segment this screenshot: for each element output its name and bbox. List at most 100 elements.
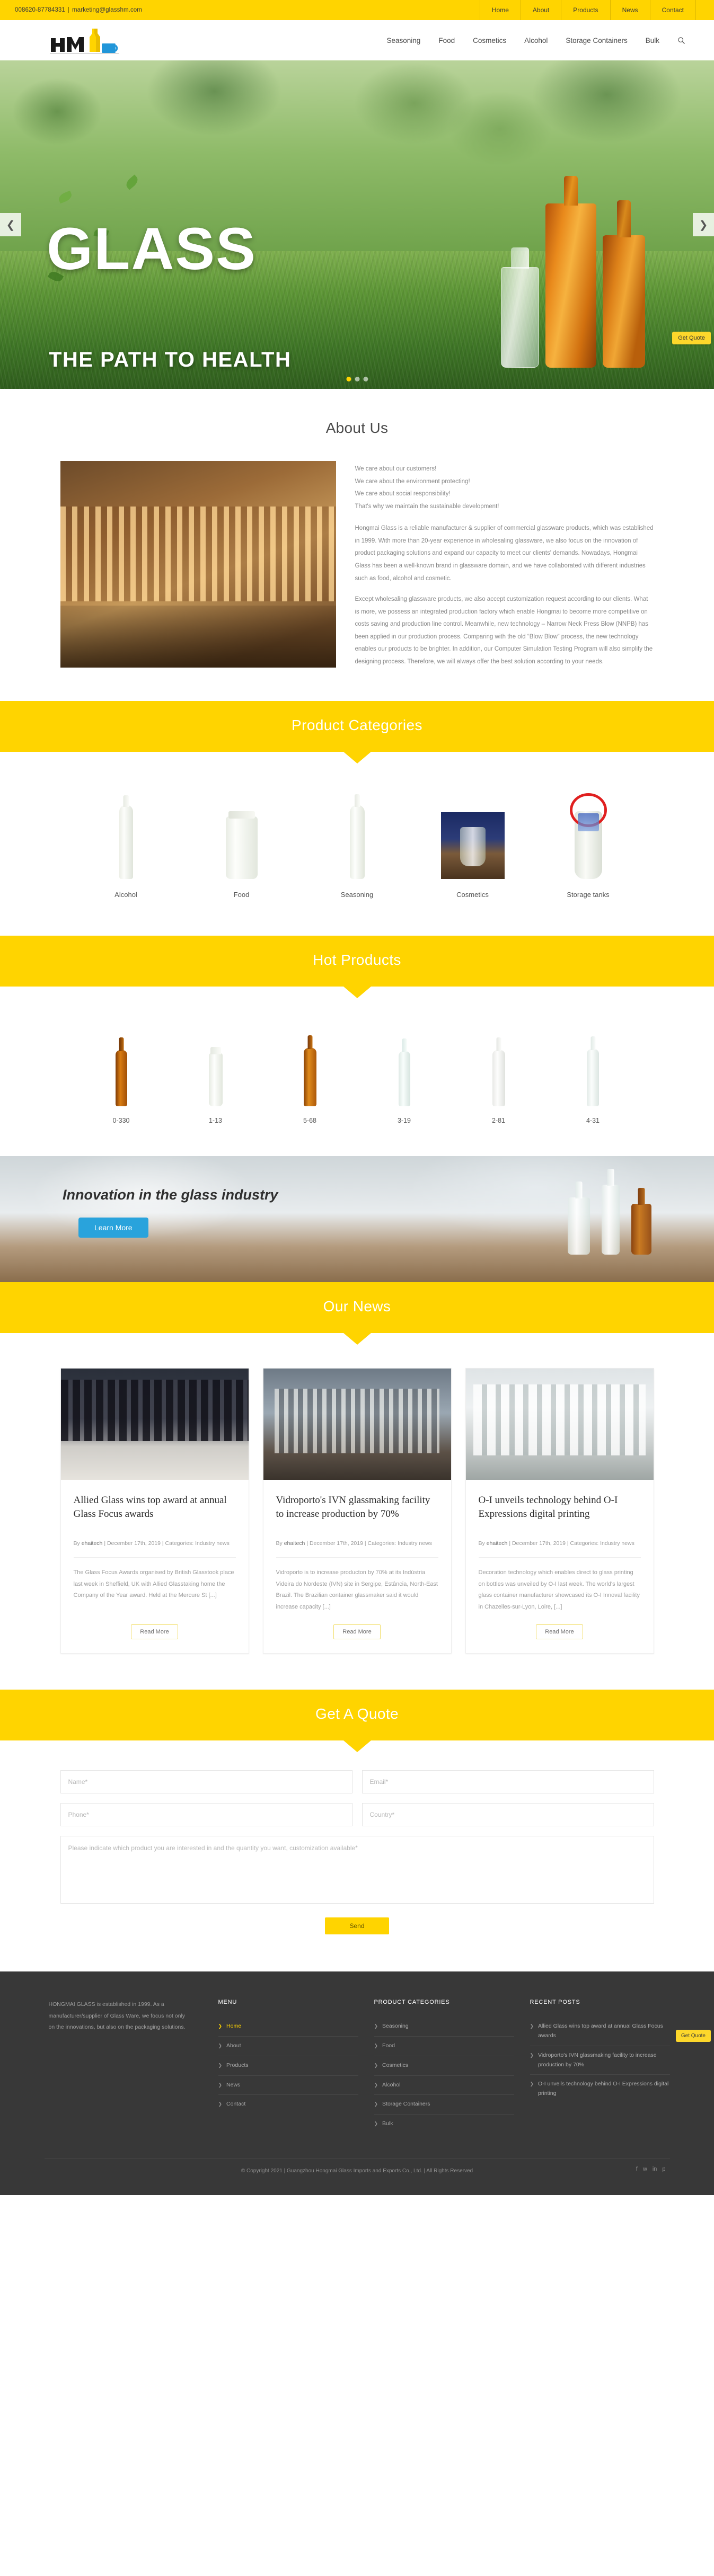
read-more-button[interactable]: Read More (536, 1624, 583, 1640)
hot-product-0-330[interactable]: 0-330 (95, 1032, 148, 1124)
hero-prev-arrow-icon[interactable]: ❮ (0, 213, 21, 236)
footer-intro-text: HONGMAI GLASS is established in 1999. As… (48, 2001, 186, 2031)
news-card-meta: By ehaitech | December 17th, 2019 | Cate… (276, 1539, 438, 1549)
message-textarea[interactable] (60, 1836, 654, 1904)
hero-dot-1[interactable] (346, 377, 351, 381)
about-factory-image (60, 461, 336, 668)
about-paragraph-1: Hongmai Glass is a reliable manufacturer… (355, 525, 654, 582)
hot-product-2-81[interactable]: 2-81 (472, 1032, 525, 1124)
name-input[interactable] (60, 1770, 352, 1794)
topnav-item-products[interactable]: Products (561, 0, 610, 20)
list-item: ❯ About (218, 2037, 358, 2056)
hero-dot-2[interactable] (355, 377, 359, 381)
topnav-item-home[interactable]: Home (479, 0, 521, 20)
hero-pagination-dots[interactable] (346, 377, 368, 381)
nav-item-food[interactable]: Food (429, 37, 464, 45)
hot-product-5-68[interactable]: 5-68 (284, 1032, 337, 1124)
storage-tank-icon (574, 811, 602, 880)
send-button[interactable]: Send (325, 1917, 389, 1935)
category-item-storage-tanks[interactable]: Storage tanks (551, 794, 625, 899)
about-heading: About Us (325, 420, 389, 436)
footer-recent-post-2[interactable]: ❯ Vidroporto's IVN glassmaking facility t… (530, 2046, 670, 2075)
topnav-item-contact[interactable]: Contact (649, 0, 696, 20)
promo-bottle-clear-2 (602, 1185, 620, 1255)
nav-item-cosmetics[interactable]: Cosmetics (464, 37, 515, 45)
news-card[interactable]: O-I unveils technology behind O-I Expres… (465, 1368, 654, 1654)
footer-menu-label: News (226, 2081, 241, 2088)
learn-more-button[interactable]: Learn More (78, 1218, 148, 1238)
site-footer: HONGMAI GLASS is established in 1999. As… (0, 1971, 714, 2196)
footer-recent-label: O-I unveils technology behind O-I Expres… (538, 2081, 669, 2097)
chevron-right-icon: ❯ (374, 2121, 378, 2127)
footer-menu-news[interactable]: ❯ News (218, 2076, 358, 2095)
promo-bottle-group (568, 1185, 651, 1255)
pinterest-icon[interactable]: p (662, 2166, 665, 2172)
hero-next-arrow-icon[interactable]: ❯ (693, 213, 714, 236)
category-item-cosmetics[interactable]: Cosmetics (436, 794, 510, 899)
footer-category-cosmetics[interactable]: ❯ Cosmetics (374, 2056, 514, 2075)
read-more-button[interactable]: Read More (333, 1624, 381, 1640)
nav-item-storage-containers[interactable]: Storage Containers (557, 37, 636, 45)
news-card-title[interactable]: Vidroporto's IVN glassmaking facility to… (276, 1494, 438, 1523)
news-meta-author[interactable]: ehaitech (284, 1540, 305, 1547)
hot-product-3-19[interactable]: 3-19 (378, 1032, 431, 1124)
footer-category-bulk[interactable]: ❯ Bulk (374, 2115, 514, 2134)
country-input[interactable] (362, 1803, 654, 1827)
hot-product-label: 1-13 (208, 1117, 223, 1125)
footer-menu-products[interactable]: ❯ Products (218, 2056, 358, 2075)
news-meta-author[interactable]: ehaitech (82, 1540, 103, 1547)
phone-input[interactable] (60, 1803, 352, 1827)
list-item: ❯ Products (218, 2056, 358, 2076)
nav-item-seasoning[interactable]: Seasoning (378, 37, 430, 45)
footer-category-food[interactable]: ❯ Food (374, 2037, 514, 2056)
homepage: 008620-87784331 | marketing@glasshm.com … (0, 0, 714, 2196)
search-icon[interactable] (676, 35, 686, 46)
nav-item-bulk[interactable]: Bulk (637, 37, 668, 45)
hot-product-4-31[interactable]: 4-31 (567, 1032, 620, 1124)
footer-menu-contact[interactable]: ❯ Contact (218, 2095, 358, 2114)
hero-bottle-amber-large (545, 176, 596, 368)
hot-product-thumb (567, 1032, 620, 1107)
news-meta-rest: | December 17th, 2019 | Categories: Indu… (509, 1540, 634, 1547)
footer-category-alcohol[interactable]: ❯ Alcohol (374, 2076, 514, 2095)
footer-menu-about[interactable]: ❯ About (218, 2037, 358, 2056)
site-logo[interactable] (46, 25, 130, 55)
footer-category-seasoning[interactable]: ❯ Seasoning (374, 2017, 514, 2036)
list-item: ❯ Alcohol (374, 2076, 514, 2095)
footer-menu-heading: MENU (218, 1999, 237, 2006)
footer-recent-posts-column: RECENT POSTS ❯ Allied Glass wins top awar… (530, 1999, 670, 2134)
hot-product-1-13[interactable]: 1-13 (189, 1032, 242, 1124)
news-card[interactable]: Vidroporto's IVN glassmaking facility to… (262, 1368, 452, 1654)
footer-menu-label: Products (226, 2062, 249, 2068)
footer-recent-post-1[interactable]: ❯ Allied Glass wins top award at annual G… (530, 2017, 670, 2046)
topnav-item-news[interactable]: News (610, 0, 650, 20)
hot-product-label: 4-31 (586, 1117, 600, 1125)
category-item-food[interactable]: Food (205, 794, 279, 899)
news-divider (478, 1557, 641, 1558)
floating-get-quote-button[interactable]: Get Quote (672, 332, 711, 344)
news-card-title[interactable]: Allied Glass wins top award at annual Gl… (74, 1494, 236, 1523)
bottle-icon-clear-wide (208, 1053, 223, 1107)
product-categories-heading: Product Categories (292, 717, 422, 734)
read-more-button[interactable]: Read More (131, 1624, 178, 1640)
category-item-alcohol[interactable]: Alcohol (89, 794, 163, 899)
footer-get-quote-button[interactable]: Get Quote (675, 2030, 711, 2042)
category-item-seasoning[interactable]: Seasoning (320, 794, 394, 899)
linkedin-icon[interactable]: in (653, 2166, 657, 2172)
news-card[interactable]: Allied Glass wins top award at annual Gl… (60, 1368, 249, 1654)
email-input[interactable] (362, 1770, 654, 1794)
category-label-storage-tanks: Storage tanks (567, 891, 610, 899)
seasoning-bottle-icon (349, 805, 365, 880)
footer-recent-post-3[interactable]: ❯ O-I unveils technology behind O-I Expre… (530, 2075, 670, 2103)
news-meta-author[interactable]: ehaitech (487, 1540, 508, 1547)
footer-menu-home[interactable]: ❯ Home (218, 2017, 358, 2036)
topnav-item-about[interactable]: About (520, 0, 561, 20)
facebook-icon[interactable]: f (636, 2166, 638, 2172)
news-meta-by: By (478, 1540, 485, 1547)
our-news-band: Our News (0, 1282, 714, 1334)
news-card-title[interactable]: O-I unveils technology behind O-I Expres… (479, 1494, 641, 1523)
hero-dot-3[interactable] (363, 377, 368, 381)
footer-category-storage-containers[interactable]: ❯ Storage Containers (374, 2095, 514, 2114)
nav-item-alcohol[interactable]: Alcohol (515, 37, 557, 45)
twitter-icon[interactable]: w (643, 2166, 647, 2172)
